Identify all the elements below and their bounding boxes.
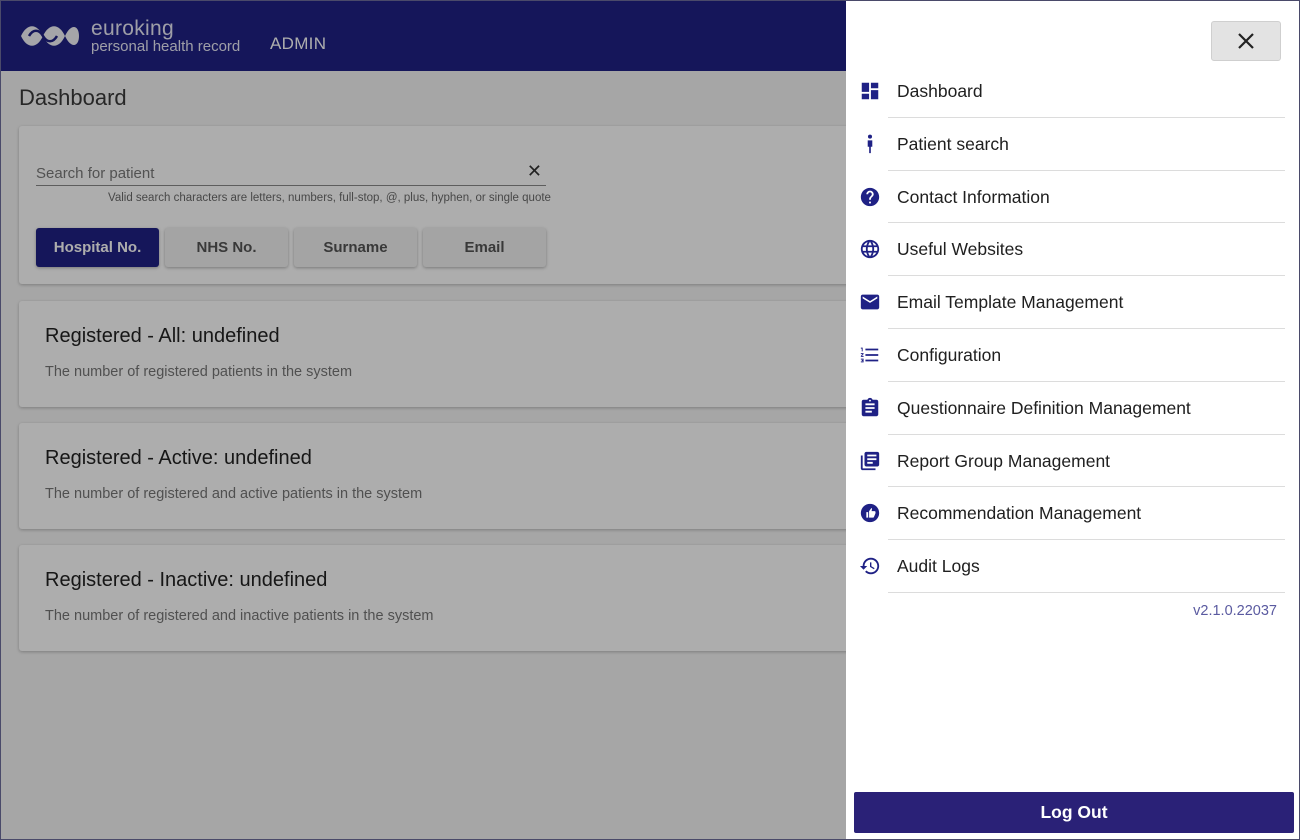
library-icon	[858, 449, 882, 473]
nav-item-label: Audit Logs	[897, 556, 980, 577]
divider	[888, 591, 1285, 593]
thumb-up-icon	[858, 501, 882, 525]
nav-item-label: Email Template Management	[897, 292, 1124, 313]
nav-item-label: Configuration	[897, 344, 1002, 365]
nav-item-label: Report Group Management	[897, 450, 1111, 471]
app-window: euroking personal health record ADMIN Da…	[0, 0, 1300, 840]
nav-item-useful-websites[interactable]: Useful Websites	[846, 223, 1299, 277]
close-drawer-button[interactable]	[1211, 21, 1281, 61]
globe-icon	[858, 237, 882, 261]
nav-item-dashboard[interactable]: Dashboard	[846, 65, 1299, 118]
nav-item-label: Contact Information	[897, 186, 1050, 207]
close-icon	[1238, 33, 1254, 49]
dashboard-icon	[858, 79, 882, 103]
nav-menu: Dashboard Patient search Contact Informa…	[846, 65, 1299, 593]
nav-item-report-group-management[interactable]: Report Group Management	[846, 435, 1299, 488]
nav-item-questionnaire-definition-management[interactable]: Questionnaire Definition Management	[846, 382, 1299, 435]
mail-icon	[858, 290, 882, 314]
nav-item-label: Recommendation Management	[897, 503, 1142, 524]
nav-item-recommendation-management[interactable]: Recommendation Management	[846, 487, 1299, 541]
clipboard-icon	[858, 396, 882, 420]
nav-item-email-template-management[interactable]: Email Template Management	[846, 276, 1299, 329]
nav-item-contact-information[interactable]: Contact Information	[846, 171, 1299, 224]
nav-drawer: Dashboard Patient search Contact Informa…	[846, 1, 1299, 839]
nav-item-configuration[interactable]: Configuration	[846, 329, 1299, 382]
history-icon	[858, 554, 882, 578]
nav-item-audit-logs[interactable]: Audit Logs	[846, 540, 1299, 593]
nav-item-patient-search[interactable]: Patient search	[846, 118, 1299, 171]
nav-item-label: Patient search	[897, 133, 1009, 154]
nav-item-label: Useful Websites	[897, 239, 1024, 260]
version-label: v2.1.0.22037	[1193, 603, 1277, 619]
person-icon	[858, 132, 882, 156]
logout-button[interactable]: Log Out	[854, 792, 1294, 833]
nav-item-label: Questionnaire Definition Management	[897, 397, 1191, 418]
help-icon	[858, 185, 882, 209]
numbered-list-icon	[858, 343, 882, 367]
nav-item-label: Dashboard	[897, 81, 983, 101]
